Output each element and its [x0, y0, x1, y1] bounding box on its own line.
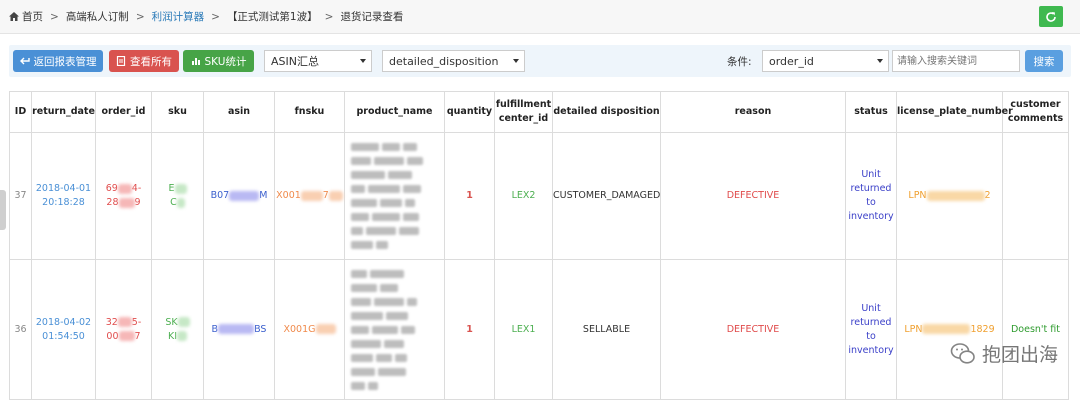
cell-return-date: 2018-04-01 20:18:28: [31, 132, 96, 260]
chevron-down-icon: [877, 59, 883, 63]
breadcrumb-separator: >: [211, 10, 220, 23]
cell-sku: E C: [151, 132, 204, 260]
cell-fulfillment-center: LEX2: [494, 132, 553, 260]
breadcrumb-separator: >: [135, 10, 145, 23]
header-customer-comments[interactable]: customer comments: [1002, 91, 1069, 133]
header-id[interactable]: ID: [9, 91, 32, 133]
cell-id: 36: [9, 259, 32, 400]
chevron-down-icon: [513, 59, 519, 63]
header-order-id[interactable]: order_id: [95, 91, 152, 133]
redacted-text: [351, 267, 438, 393]
header-fnsku[interactable]: fnsku: [274, 91, 345, 133]
table-header-row: ID return_date order_id sku asin fnsku p…: [9, 91, 1069, 133]
side-collapse-handle[interactable]: [0, 190, 6, 230]
returns-table: ID return_date order_id sku asin fnsku p…: [9, 91, 1069, 400]
chart-icon: [191, 58, 200, 65]
header-asin[interactable]: asin: [203, 91, 275, 133]
condition-label: 条件:: [727, 56, 752, 68]
breadcrumb-profit-calculator[interactable]: 利润计算器: [152, 9, 205, 24]
header-reason[interactable]: reason: [660, 91, 846, 133]
cell-disposition: SELLABLE: [552, 259, 661, 400]
home-icon: [9, 12, 19, 21]
search-button[interactable]: 搜索: [1025, 50, 1063, 72]
condition-select[interactable]: order_id: [762, 50, 889, 72]
header-license-plate[interactable]: license_plate_number: [896, 91, 1013, 133]
cell-return-date: 2018-04-02 01:54:50: [31, 259, 96, 400]
search-input[interactable]: [892, 50, 1020, 72]
disposition-select[interactable]: detailed_disposition: [382, 50, 525, 72]
table-row: 37 2018-04-01 20:18:28 69 4- 28 9 E C B07 M …: [9, 132, 1069, 260]
cell-license-plate: LPN 2: [896, 132, 1003, 260]
cell-status: Unit returned to inventory: [845, 259, 897, 400]
cell-customer-comment: Doesn't fit: [1002, 259, 1069, 400]
back-to-reports-button[interactable]: 返回报表管理: [13, 50, 103, 72]
breadcrumb-test-batch[interactable]: 【正式测试第1波】: [227, 9, 318, 24]
header-sku[interactable]: sku: [151, 91, 204, 133]
breadcrumb-current: 退货记录查看: [340, 11, 404, 23]
redacted-text: [351, 140, 438, 252]
back-icon: [19, 57, 30, 65]
cell-license-plate: LPN 1829: [896, 259, 1003, 400]
breadcrumb-separator: >: [324, 10, 334, 23]
cell-fnsku: X001 7: [274, 132, 345, 260]
breadcrumb: 首页 > 高端私人订制 > 利润计算器 > 【正式测试第1波】 > 退货记录查看: [0, 0, 1080, 34]
cell-status: Unit returned to inventory: [845, 132, 897, 260]
cell-order-id: 32 5- 00 7: [95, 259, 152, 400]
header-fulfillment-center[interactable]: fulfillment center_id: [494, 91, 553, 133]
watermark: 抱团出海: [950, 340, 1058, 367]
document-icon: [116, 56, 126, 66]
cell-asin: B07 M: [203, 132, 275, 260]
cell-id: 37: [9, 132, 32, 260]
header-product-name[interactable]: product_name: [344, 91, 445, 133]
cell-customer-comment: [1002, 132, 1069, 260]
breadcrumb-custom[interactable]: 高端私人订制: [66, 9, 129, 24]
cell-product-name: [344, 132, 445, 260]
header-detailed-disposition[interactable]: detailed disposition: [552, 91, 661, 133]
cell-disposition: CUSTOMER_DAMAGED: [552, 132, 661, 260]
refresh-icon: [1046, 11, 1056, 22]
cell-sku: SK KI: [151, 259, 204, 400]
breadcrumb-home[interactable]: 首页: [22, 9, 43, 24]
header-return-date[interactable]: return_date: [31, 91, 96, 133]
asin-summary-select[interactable]: ASIN汇总: [264, 50, 372, 72]
view-all-button[interactable]: 查看所有: [109, 50, 179, 72]
sku-stats-button[interactable]: SKU统计: [183, 50, 254, 72]
cell-product-name: [344, 259, 445, 400]
cell-quantity: 1: [444, 132, 495, 260]
cell-reason: DEFECTIVE: [660, 132, 846, 260]
header-quantity[interactable]: quantity: [444, 91, 495, 133]
cell-fnsku: X001G: [274, 259, 345, 400]
breadcrumb-separator: >: [50, 10, 59, 23]
cell-order-id: 69 4- 28 9: [95, 132, 152, 260]
table-row: 36 2018-04-02 01:54:50 32 5- 00 7 SK KI B BS…: [9, 259, 1069, 400]
cell-asin: B BS: [203, 259, 275, 400]
cell-reason: DEFECTIVE: [660, 259, 846, 400]
chevron-down-icon: [360, 59, 366, 63]
cell-fulfillment-center: LEX1: [494, 259, 553, 400]
refresh-button[interactable]: [1039, 6, 1063, 27]
wechat-icon: [950, 342, 975, 364]
cell-quantity: 1: [444, 259, 495, 400]
header-status[interactable]: status: [845, 91, 897, 133]
